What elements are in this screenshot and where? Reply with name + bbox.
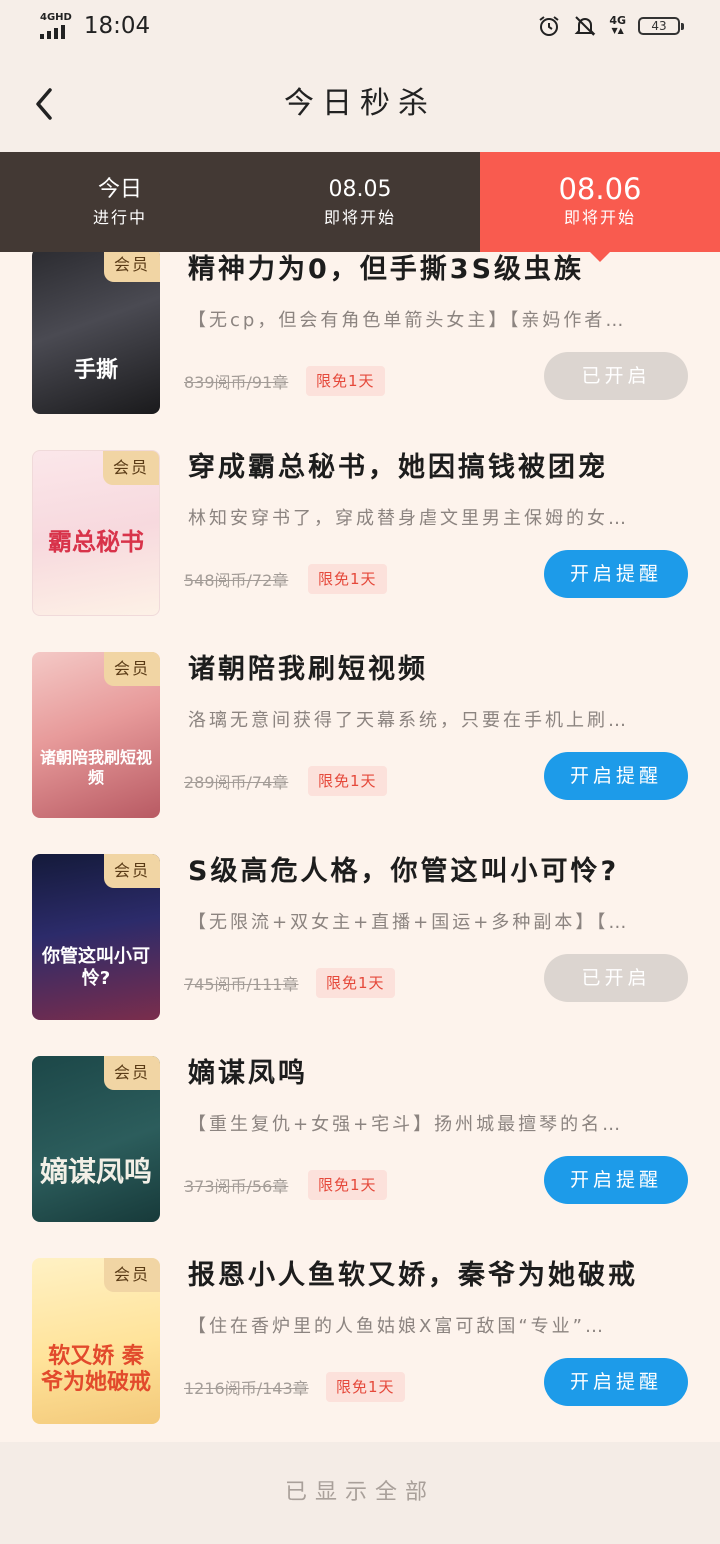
book-title[interactable]: 精神力为0，但手撕3S级虫族 <box>188 252 688 288</box>
book-cover[interactable]: 霸总秘书 会员 <box>32 450 160 616</box>
book-cover[interactable]: 诸朝陪我刷短视频 会员 <box>32 652 160 818</box>
remind-button[interactable]: 开启提醒 <box>544 1156 688 1204</box>
cover-title: 嫡谋凤鸣 <box>39 1155 152 1188</box>
tab-label: 08.05 <box>328 177 392 202</box>
book-item[interactable]: 手撕 会员 精神力为0，但手撕3S级虫族 【无cp，但会有角色单箭头女主】【亲妈… <box>0 252 720 454</box>
book-price: 289阅币/74章 <box>184 773 289 792</box>
book-item[interactable]: 软又娇 秦爷为她破戒 会员 报恩小人鱼软又娇，秦爷为她破戒 【住在香炉里的人鱼姑… <box>0 1258 720 1442</box>
tab-label: 今日 <box>97 177 142 202</box>
date-tabs: 今日 进行中 08.05 即将开始 08.06 即将开始 <box>0 152 720 262</box>
vip-badge: 会员 <box>103 451 159 485</box>
book-price: 745阅币/111章 <box>184 975 299 994</box>
cover-title: 霸总秘书 <box>48 528 144 556</box>
remind-button[interactable]: 开启提醒 <box>544 752 688 800</box>
book-desc: 【无cp，但会有角色单箭头女主】【亲妈作者… <box>188 310 627 331</box>
book-desc: 【住在香炉里的人鱼姑娘X富可敌国“专业”… <box>188 1316 606 1337</box>
tab-label: 08.06 <box>558 172 642 206</box>
free-tag: 限免1天 <box>308 766 387 796</box>
book-desc: 【重生复仇+女强+宅斗】扬州城最擅琴的名… <box>188 1114 624 1135</box>
book-price: 839阅币/91章 <box>184 373 289 392</box>
alarm-icon <box>539 16 559 36</box>
vip-badge: 会员 <box>104 1056 160 1090</box>
net-4g-icon: 4G ▼▲ <box>609 14 626 35</box>
book-item[interactable]: 诸朝陪我刷短视频 会员 诸朝陪我刷短视频 洛璃无意间获得了天幕系统，只要在手机上… <box>0 652 720 854</box>
free-tag: 限免1天 <box>326 1372 405 1402</box>
book-list: 手撕 会员 精神力为0，但手撕3S级虫族 【无cp，但会有角色单箭头女主】【亲妈… <box>0 252 720 1442</box>
status-bar: 4GHD 18:04 4G ▼▲ 43 <box>0 0 720 56</box>
book-title[interactable]: 诸朝陪我刷短视频 <box>188 652 688 688</box>
book-title[interactable]: S级高危人格，你管这叫小可怜? <box>188 854 688 890</box>
vip-badge: 会员 <box>104 652 160 686</box>
book-price: 1216阅币/143章 <box>184 1379 309 1398</box>
battery-level: 43 <box>651 19 667 33</box>
network-label: 4GHD <box>40 12 72 23</box>
book-desc: 林知安穿书了，穿成替身虐文里男主保姆的女… <box>188 508 629 529</box>
book-desc: 【无限流+双女主+直播+国运+多种副本】【… <box>188 912 630 933</box>
free-tag: 限免1天 <box>306 366 385 396</box>
tab-0805[interactable]: 08.05 即将开始 <box>240 152 480 252</box>
cover-title: 你管这叫小可怜? <box>42 946 150 989</box>
cover-title: 手撕 <box>73 358 118 383</box>
battery-icon: 43 <box>638 17 684 35</box>
cover-title: 诸朝陪我刷短视频 <box>39 748 152 787</box>
book-desc: 洛璃无意间获得了天幕系统，只要在手机上刷… <box>188 710 629 731</box>
page-title: 今日秒杀 <box>284 86 436 121</box>
status-time: 18:04 <box>83 13 151 39</box>
tab-sub: 即将开始 <box>563 208 636 227</box>
page-header: 今日秒杀 <box>0 56 720 152</box>
cell-signal-icon: 4GHD <box>40 13 72 39</box>
cover-title: 软又娇 秦爷为她破戒 <box>40 1344 151 1395</box>
vip-badge: 会员 <box>104 854 160 888</box>
book-price: 373阅币/56章 <box>184 1177 289 1196</box>
vip-badge: 会员 <box>104 1258 160 1292</box>
book-title[interactable]: 穿成霸总秘书，她因搞钱被团宠 <box>188 450 688 486</box>
mute-bell-icon <box>574 16 596 36</box>
book-cover[interactable]: 你管这叫小可怜? 会员 <box>32 854 160 1020</box>
book-item[interactable]: 嫡谋凤鸣 会员 嫡谋凤鸣 【重生复仇+女强+宅斗】扬州城最擅琴的名… 373阅币… <box>0 1056 720 1258</box>
tab-0806[interactable]: 08.06 即将开始 <box>480 152 720 262</box>
book-title[interactable]: 嫡谋凤鸣 <box>188 1056 688 1092</box>
book-cover[interactable]: 软又娇 秦爷为她破戒 会员 <box>32 1258 160 1424</box>
book-price: 548阅币/72章 <box>184 571 289 590</box>
tab-today[interactable]: 今日 进行中 <box>0 152 240 252</box>
remind-button[interactable]: 开启提醒 <box>544 1358 688 1406</box>
book-cover[interactable]: 嫡谋凤鸣 会员 <box>32 1056 160 1222</box>
free-tag: 限免1天 <box>316 968 395 998</box>
vip-badge: 会员 <box>104 252 160 282</box>
book-cover[interactable]: 手撕 会员 <box>32 252 160 414</box>
book-item[interactable]: 霸总秘书 会员 穿成霸总秘书，她因搞钱被团宠 林知安穿书了，穿成替身虐文里男主保… <box>0 450 720 652</box>
remind-button[interactable]: 开启提醒 <box>544 550 688 598</box>
book-item[interactable]: 你管这叫小可怜? 会员 S级高危人格，你管这叫小可怜? 【无限流+双女主+直播+… <box>0 854 720 1056</box>
free-tag: 限免1天 <box>308 564 387 594</box>
book-title[interactable]: 报恩小人鱼软又娇，秦爷为她破戒 <box>188 1258 688 1294</box>
tab-sub: 即将开始 <box>323 208 396 227</box>
reminder-enabled-button[interactable]: 已开启 <box>544 954 688 1002</box>
tab-sub: 进行中 <box>92 208 147 227</box>
list-end-footer: 已显示全部 <box>0 1442 720 1544</box>
free-tag: 限免1天 <box>308 1170 387 1200</box>
reminder-enabled-button[interactable]: 已开启 <box>544 352 688 400</box>
